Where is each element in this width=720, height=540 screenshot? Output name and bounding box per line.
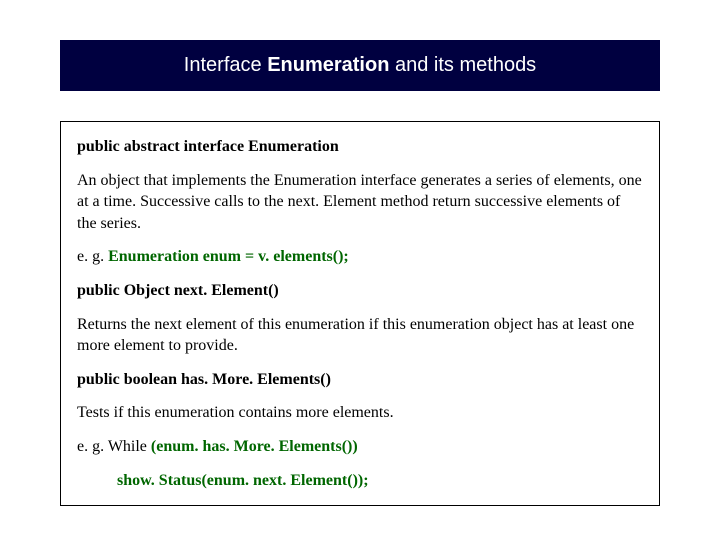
interface-declaration: public abstract interface Enumeration [77, 136, 643, 158]
example-3-code: show. Status(enum. next. Element()); [77, 470, 643, 492]
method-1-description: Returns the next element of this enumera… [77, 314, 643, 357]
method-1-signature: public Object next. Element() [77, 280, 643, 302]
method-2-signature: public boolean has. More. Elements() [77, 369, 643, 391]
example-2-prefix: e. g. While [77, 438, 151, 455]
content-box: public abstract interface Enumeration An… [60, 121, 660, 506]
method-2-description: Tests if this enumeration contains more … [77, 402, 643, 424]
title-suffix: and its methods [389, 54, 536, 76]
example-1: e. g. Enumeration enum = v. elements(); [77, 246, 643, 268]
title-prefix: Interface [184, 54, 267, 76]
example-1-prefix: e. g. [77, 248, 108, 265]
slide-title: Interface Enumeration and its methods [60, 40, 660, 91]
example-2-code: (enum. has. More. Elements()) [151, 438, 358, 455]
interface-description: An object that implements the Enumeratio… [77, 170, 643, 235]
example-2: e. g. While (enum. has. More. Elements()… [77, 436, 643, 458]
example-1-code: Enumeration enum = v. elements(); [108, 248, 349, 265]
title-bold: Enumeration [267, 54, 389, 76]
